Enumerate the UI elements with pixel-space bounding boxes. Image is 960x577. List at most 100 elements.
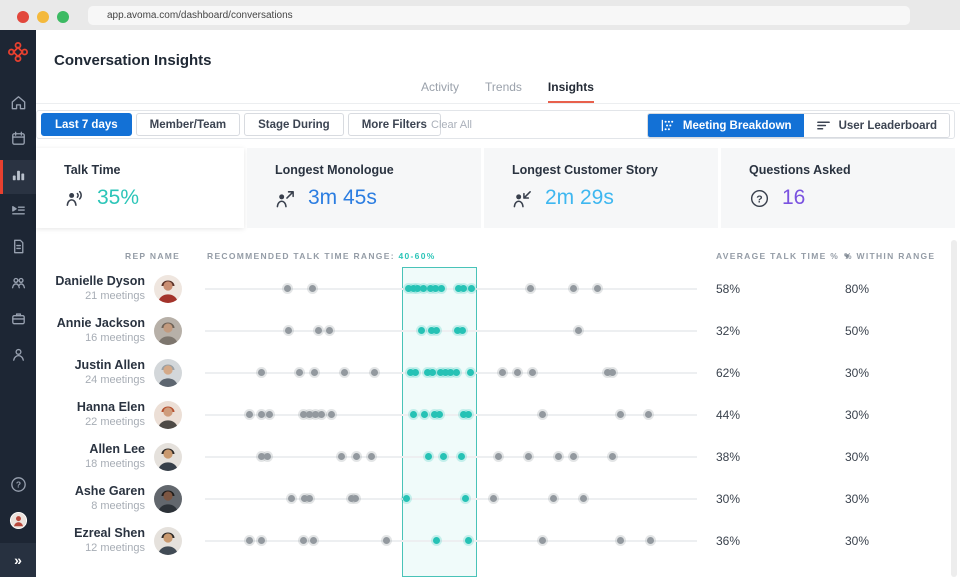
meeting-dot[interactable] [310, 537, 317, 544]
meeting-dot[interactable] [341, 369, 348, 376]
stat-card-longest-monologue[interactable]: Longest Monologue3m 45s [247, 148, 481, 228]
filter-button-last-7-days[interactable]: Last 7 days [41, 113, 132, 136]
stat-card-talk-time[interactable]: Talk Time35% [36, 148, 244, 228]
avatar[interactable] [154, 527, 182, 555]
meeting-dot-in-range[interactable] [433, 537, 440, 544]
sidebar-item-calendar[interactable] [0, 124, 36, 158]
meeting-dot[interactable] [258, 411, 265, 418]
meeting-dot-in-range[interactable] [465, 411, 472, 418]
meeting-dot[interactable] [285, 327, 292, 334]
meeting-dot-in-range[interactable] [440, 453, 447, 460]
avatar[interactable] [154, 401, 182, 429]
meeting-dot[interactable] [617, 411, 624, 418]
rep-cell[interactable]: Annie Jackson16 meetings [30, 316, 145, 344]
meeting-dot-in-range[interactable] [467, 369, 474, 376]
meeting-dot[interactable] [258, 369, 265, 376]
avatar[interactable] [154, 275, 182, 303]
filter-button-more-filters[interactable]: More Filters [348, 113, 441, 136]
meeting-dot[interactable] [258, 537, 265, 544]
meeting-dot[interactable] [570, 453, 577, 460]
meeting-dot-in-range[interactable] [462, 495, 469, 502]
tab-insights[interactable]: Insights [548, 80, 594, 103]
avatar[interactable] [154, 317, 182, 345]
meeting-dot[interactable] [368, 453, 375, 460]
maximize-window-button[interactable] [57, 11, 69, 23]
url-bar[interactable]: app.avoma.com/dashboard/conversations [88, 6, 910, 25]
meeting-dot-in-range[interactable] [421, 411, 428, 418]
avoma-logo-icon[interactable] [6, 40, 30, 64]
stat-card-questions-asked[interactable]: Questions Asked?16 [721, 148, 955, 228]
meeting-dot[interactable] [353, 453, 360, 460]
meeting-dot[interactable] [580, 495, 587, 502]
col-average-talk-time[interactable]: AVERAGE TALK TIME %▼ [716, 251, 852, 261]
meeting-dot[interactable] [311, 369, 318, 376]
tab-trends[interactable]: Trends [485, 80, 522, 103]
meeting-dot-in-range[interactable] [468, 285, 475, 292]
sidebar-item-playlist[interactable] [0, 196, 36, 230]
meeting-dot[interactable] [495, 453, 502, 460]
meeting-dot-in-range[interactable] [418, 327, 425, 334]
meeting-dot[interactable] [246, 411, 253, 418]
meeting-dot-in-range[interactable] [438, 285, 445, 292]
meeting-dot[interactable] [647, 537, 654, 544]
meeting-dot-in-range[interactable] [433, 327, 440, 334]
meeting-dot[interactable] [555, 453, 562, 460]
meeting-dot[interactable] [288, 495, 295, 502]
sidebar-item-home[interactable] [0, 88, 36, 122]
view-button-meeting-breakdown[interactable]: Meeting Breakdown [648, 114, 804, 137]
meeting-dot[interactable] [306, 495, 313, 502]
meeting-dot-in-range[interactable] [403, 495, 410, 502]
rep-cell[interactable]: Ezreal Shen12 meetings [30, 526, 145, 554]
minimize-window-button[interactable] [37, 11, 49, 23]
meeting-dot[interactable] [338, 453, 345, 460]
avatar[interactable] [154, 443, 182, 471]
sidebar-item-insights-chart[interactable] [0, 160, 36, 194]
meeting-dot[interactable] [326, 327, 333, 334]
clear-all-button[interactable]: Clear All [431, 119, 472, 131]
tab-activity[interactable]: Activity [421, 80, 459, 103]
rep-cell[interactable]: Allen Lee18 meetings [30, 442, 145, 470]
meeting-dot[interactable] [594, 285, 601, 292]
meeting-dot-in-range[interactable] [425, 453, 432, 460]
meeting-dot[interactable] [300, 537, 307, 544]
meeting-dot[interactable] [529, 369, 536, 376]
meeting-dot[interactable] [499, 369, 506, 376]
meeting-dot[interactable] [266, 411, 273, 418]
meeting-dot[interactable] [383, 537, 390, 544]
rep-cell[interactable]: Hanna Elen22 meetings [30, 400, 145, 428]
meeting-dot-in-range[interactable] [460, 285, 467, 292]
meeting-dot[interactable] [352, 495, 359, 502]
rep-cell[interactable]: Danielle Dyson21 meetings [30, 274, 145, 302]
meeting-dot[interactable] [617, 537, 624, 544]
meeting-dot[interactable] [328, 411, 335, 418]
meeting-dot[interactable] [315, 327, 322, 334]
meeting-dot[interactable] [525, 453, 532, 460]
meeting-dot-in-range[interactable] [458, 453, 465, 460]
rep-cell[interactable]: Justin Allen24 meetings [30, 358, 145, 386]
meeting-dot[interactable] [645, 411, 652, 418]
meeting-dot-in-range[interactable] [459, 327, 466, 334]
rep-cell[interactable]: Ashe Garen8 meetings [30, 484, 145, 512]
meeting-dot[interactable] [609, 453, 616, 460]
meeting-dot-in-range[interactable] [465, 537, 472, 544]
meeting-dot[interactable] [570, 285, 577, 292]
filter-button-stage-during[interactable]: Stage During [244, 113, 344, 136]
meeting-dot[interactable] [609, 369, 616, 376]
meeting-dot[interactable] [490, 495, 497, 502]
meeting-dot[interactable] [539, 411, 546, 418]
meeting-dot[interactable] [514, 369, 521, 376]
meeting-dot-in-range[interactable] [436, 411, 443, 418]
meeting-dot[interactable] [284, 285, 291, 292]
meeting-dot-in-range[interactable] [412, 369, 419, 376]
meeting-dot[interactable] [246, 537, 253, 544]
stat-card-longest-customer-story[interactable]: Longest Customer Story2m 29s [484, 148, 718, 228]
meeting-dot[interactable] [264, 453, 271, 460]
meeting-dot[interactable] [296, 369, 303, 376]
meeting-dot[interactable] [318, 411, 325, 418]
view-button-user-leaderboard[interactable]: User Leaderboard [804, 114, 949, 137]
avatar[interactable] [154, 485, 182, 513]
meeting-dot[interactable] [309, 285, 316, 292]
avatar[interactable] [154, 359, 182, 387]
meeting-dot-in-range[interactable] [453, 369, 460, 376]
meeting-dot-in-range[interactable] [420, 285, 427, 292]
